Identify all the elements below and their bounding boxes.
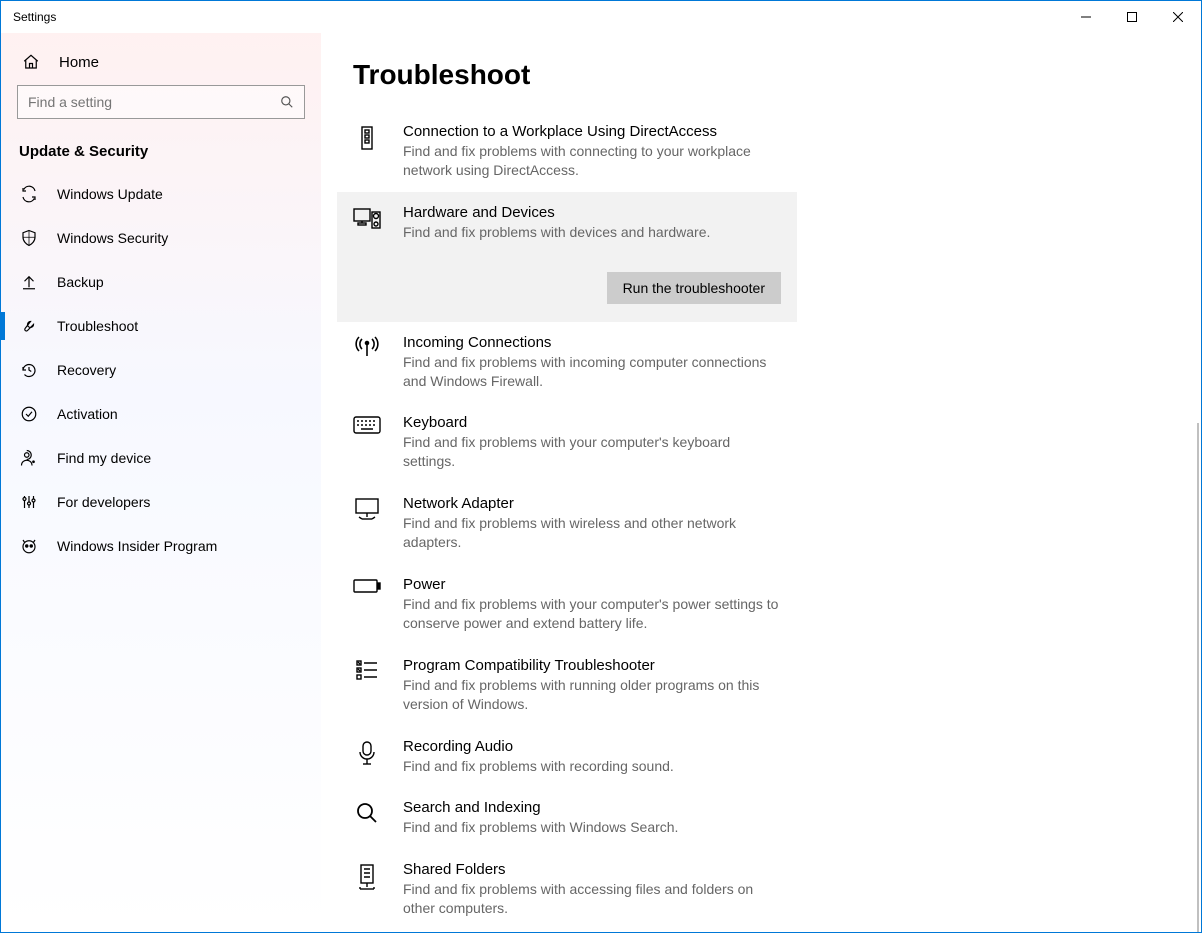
troubleshooter-title: Power <box>403 576 781 593</box>
home-icon <box>21 53 41 71</box>
microphone-icon <box>353 738 381 776</box>
troubleshooter-title: Shared Folders <box>403 861 781 878</box>
troubleshooter-title: Program Compatibility Troubleshooter <box>403 657 781 674</box>
troubleshooter-title: Keyboard <box>403 414 781 431</box>
troubleshooter-title: Network Adapter <box>403 495 781 512</box>
troubleshooter-title: Hardware and Devices <box>403 204 781 221</box>
troubleshooter-keyboard[interactable]: Keyboard Find and fix problems with your… <box>337 402 797 483</box>
maximize-button[interactable] <box>1109 1 1155 33</box>
minimize-button[interactable] <box>1063 1 1109 33</box>
monitor-icon <box>353 495 381 552</box>
history-icon <box>19 361 39 379</box>
checkmark-icon <box>19 405 39 423</box>
troubleshooter-speech[interactable]: Speech <box>337 930 797 932</box>
troubleshooter-search-indexing[interactable]: Search and Indexing Find and fix problem… <box>337 787 797 849</box>
close-button[interactable] <box>1155 1 1201 33</box>
checklist-icon <box>353 657 381 714</box>
troubleshooter-directaccess[interactable]: Connection to a Workplace Using DirectAc… <box>337 111 797 192</box>
window-title: Settings <box>1 10 56 24</box>
search-box[interactable] <box>17 85 305 119</box>
wrench-icon <box>19 317 39 335</box>
troubleshooter-desc: Find and fix problems with devices and h… <box>403 223 781 242</box>
sync-icon <box>19 185 39 203</box>
troubleshooter-title: Connection to a Workplace Using DirectAc… <box>403 123 781 140</box>
sidebar-item-windows-security[interactable]: Windows Security <box>1 216 321 260</box>
sidebar-item-windows-insider[interactable]: Windows Insider Program <box>1 524 321 568</box>
search-icon <box>353 799 381 837</box>
troubleshooter-desc: Find and fix problems with connecting to… <box>403 142 781 180</box>
search-container <box>1 85 321 137</box>
shield-icon <box>19 229 39 247</box>
window-controls <box>1063 1 1201 33</box>
main-content: Troubleshoot Connection to a Workplace U… <box>321 33 1201 932</box>
sidebar-item-label: Windows Insider Program <box>57 538 217 554</box>
battery-icon <box>353 576 381 633</box>
sidebar-item-label: Windows Security <box>57 230 168 246</box>
sidebar-item-for-developers[interactable]: For developers <box>1 480 321 524</box>
troubleshooter-desc: Find and fix problems with wireless and … <box>403 514 781 552</box>
troubleshooter-desc: Find and fix problems with running older… <box>403 676 781 714</box>
sidebar: Home Update & Security Windows Update <box>1 33 321 932</box>
insider-icon <box>19 537 39 555</box>
sidebar-item-label: For developers <box>57 494 150 510</box>
troubleshooter-desc: Find and fix problems with your computer… <box>403 433 781 471</box>
sidebar-item-label: Windows Update <box>57 186 163 202</box>
backup-icon <box>19 273 39 291</box>
developer-icon <box>19 493 39 511</box>
sidebar-item-label: Backup <box>57 274 104 290</box>
sidebar-item-find-my-device[interactable]: Find my device <box>1 436 321 480</box>
troubleshooter-desc: Find and fix problems with accessing fil… <box>403 880 781 918</box>
sidebar-item-windows-update[interactable]: Windows Update <box>1 172 321 216</box>
troubleshooter-program-compatibility[interactable]: Program Compatibility Troubleshooter Fin… <box>337 645 797 726</box>
troubleshooter-title: Recording Audio <box>403 738 781 755</box>
troubleshooter-desc: Find and fix problems with recording sou… <box>403 757 781 776</box>
search-icon <box>280 95 294 109</box>
sidebar-item-label: Troubleshoot <box>57 318 138 334</box>
hardware-icon <box>353 204 381 304</box>
troubleshooter-title: Search and Indexing <box>403 799 781 816</box>
body: Home Update & Security Windows Update <box>1 33 1201 932</box>
sidebar-item-label: Recovery <box>57 362 116 378</box>
sidebar-item-troubleshoot[interactable]: Troubleshoot <box>1 304 321 348</box>
troubleshooter-shared-folders[interactable]: Shared Folders Find and fix problems wit… <box>337 849 797 930</box>
troubleshooter-desc: Find and fix problems with your computer… <box>403 595 781 633</box>
troubleshooter-network-adapter[interactable]: Network Adapter Find and fix problems wi… <box>337 483 797 564</box>
sidebar-item-activation[interactable]: Activation <box>1 392 321 436</box>
troubleshooter-power[interactable]: Power Find and fix problems with your co… <box>337 564 797 645</box>
settings-window: Settings Home <box>0 0 1202 933</box>
search-input[interactable] <box>28 94 280 110</box>
page-title: Troubleshoot <box>337 59 1171 91</box>
sidebar-home-label: Home <box>59 54 99 71</box>
run-troubleshooter-button[interactable]: Run the troubleshooter <box>607 272 781 304</box>
sidebar-item-label: Activation <box>57 406 118 422</box>
antenna-icon <box>353 334 381 391</box>
troubleshooter-desc: Find and fix problems with Windows Searc… <box>403 818 781 837</box>
troubleshooter-recording-audio[interactable]: Recording Audio Find and fix problems wi… <box>337 726 797 788</box>
troubleshooter-title: Incoming Connections <box>403 334 781 351</box>
sidebar-home[interactable]: Home <box>1 43 321 85</box>
troubleshooter-desc: Find and fix problems with incoming comp… <box>403 353 781 391</box>
sidebar-item-recovery[interactable]: Recovery <box>1 348 321 392</box>
troubleshooter-hardware-devices[interactable]: Hardware and Devices Find and fix proble… <box>337 192 797 322</box>
location-icon <box>19 449 39 467</box>
server-icon <box>353 861 381 918</box>
scrollbar[interactable] <box>1197 423 1199 932</box>
sidebar-section-title: Update & Security <box>1 137 321 172</box>
sidebar-item-backup[interactable]: Backup <box>1 260 321 304</box>
building-icon <box>353 123 381 180</box>
sidebar-item-label: Find my device <box>57 450 151 466</box>
keyboard-icon <box>353 414 381 471</box>
troubleshooter-incoming-connections[interactable]: Incoming Connections Find and fix proble… <box>337 322 797 403</box>
sidebar-nav: Windows Update Windows Security Backup <box>1 172 321 568</box>
titlebar: Settings <box>1 1 1201 33</box>
